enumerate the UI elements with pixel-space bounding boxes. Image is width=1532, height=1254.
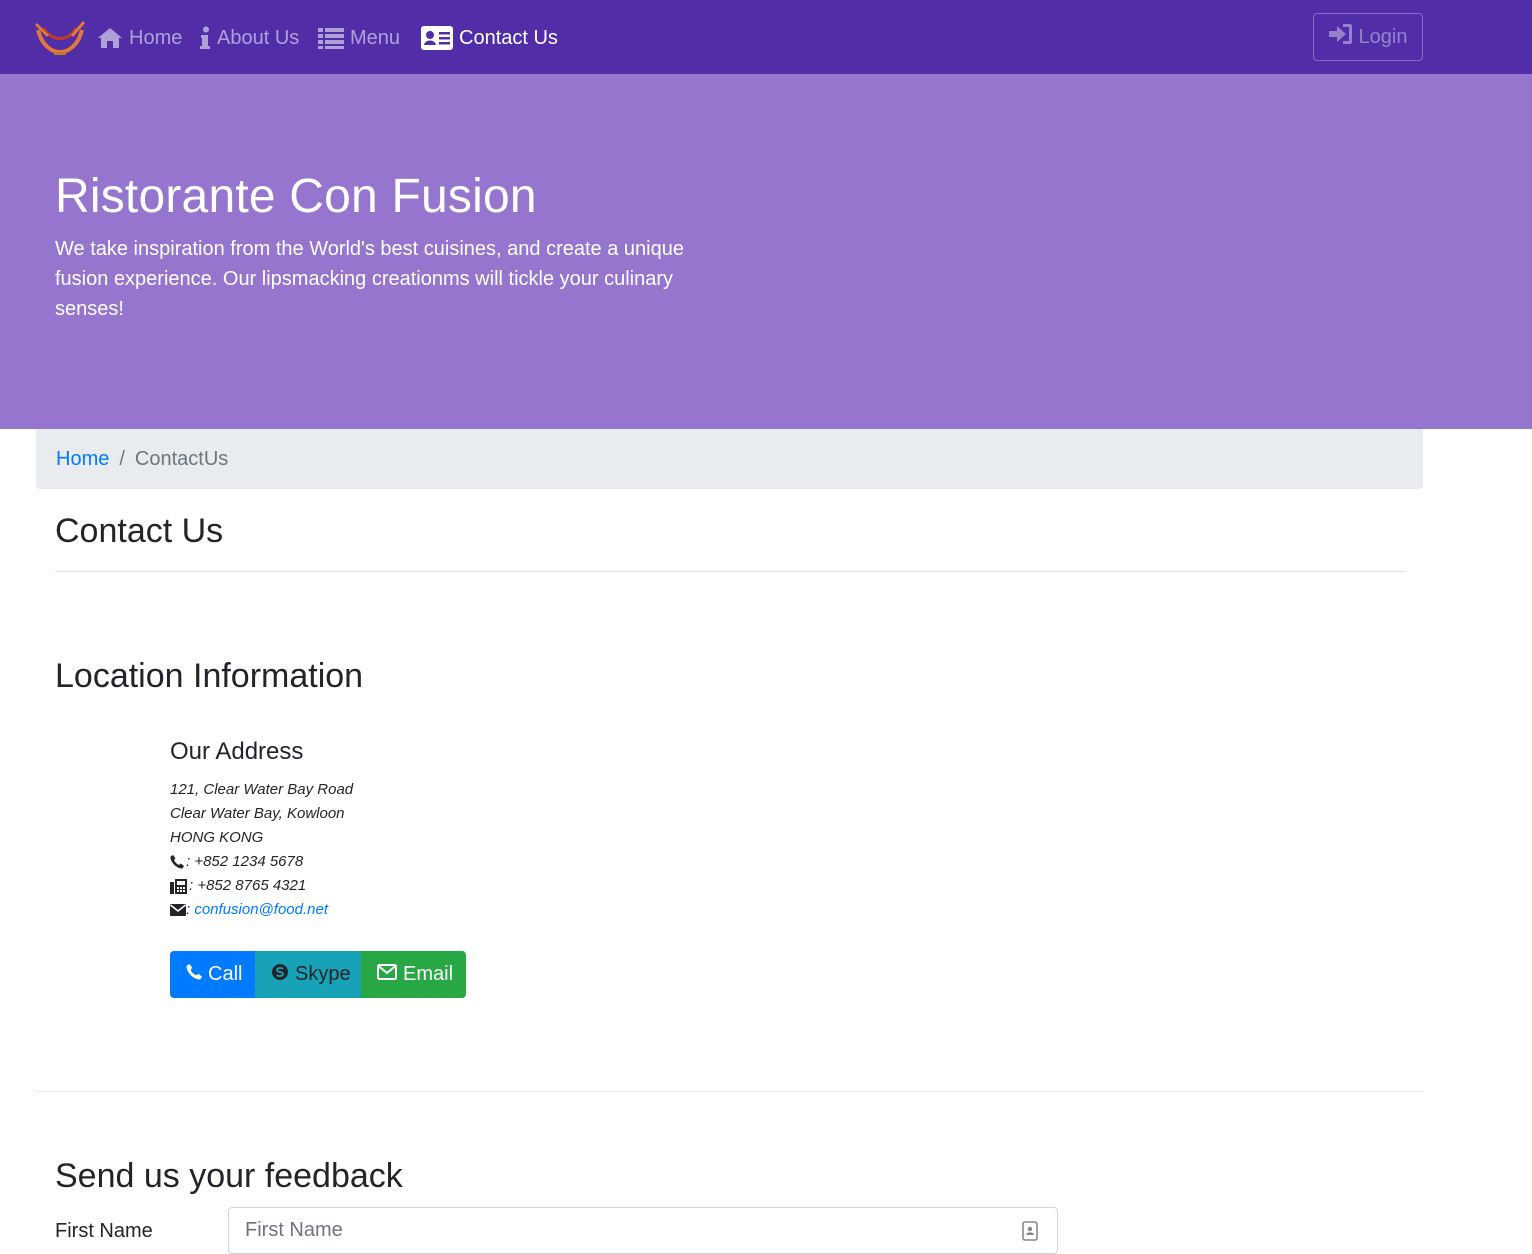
address-card-icon [421, 26, 453, 50]
phone-text: : +852 1234 5678 [186, 853, 304, 870]
first-name-input[interactable] [228, 1207, 1058, 1254]
phone-icon [170, 855, 186, 869]
login-button[interactable]: Login [1313, 13, 1423, 61]
nav-home-label: Home [129, 26, 183, 49]
call-label: Call [208, 963, 243, 985]
address-block: 121, Clear Water Bay Road Clear Water Ba… [170, 778, 353, 922]
contact-card-icon [1022, 1221, 1038, 1241]
jumbotron: Ristorante Con Fusion We take inspiratio… [0, 74, 1532, 429]
brand-title: Ristorante Con Fusion [55, 170, 537, 223]
nav-contact-label: Contact Us [459, 26, 558, 49]
skype-button[interactable]: Skype [255, 951, 361, 998]
address-line-2: Clear Water Bay, Kowloon [170, 805, 345, 822]
fax-icon [170, 878, 189, 894]
info-icon [199, 26, 211, 50]
breadcrumb: Home / ContactUs [36, 429, 1423, 489]
contact-button-group: Call Skype Email [170, 951, 466, 998]
navbar: Home About Us Menu Contact Us Login [0, 0, 1532, 74]
envelope-icon [170, 903, 186, 917]
email-prefix: : [186, 901, 195, 918]
breadcrumb-current: ContactUs [134, 447, 229, 470]
nav-menu-label: Menu [350, 26, 401, 49]
nav-contact[interactable]: Contact Us [421, 24, 558, 52]
sign-in-icon [1328, 23, 1353, 51]
email-label: Email [403, 963, 454, 985]
feedback-heading: Send us your feedback [55, 1157, 403, 1195]
fax-text: : +852 8765 4321 [189, 877, 307, 894]
location-heading: Location Information [55, 657, 364, 695]
first-name-label: First Name [55, 1220, 153, 1242]
phone-icon [186, 963, 202, 986]
brand-tagline: We take inspiration from the World's bes… [55, 238, 684, 320]
restaurant-logo[interactable] [34, 16, 86, 58]
call-button[interactable]: Call [170, 951, 255, 998]
section-divider [36, 1091, 1423, 1092]
home-icon [97, 27, 123, 49]
login-label: Login [1358, 25, 1408, 48]
nav-about-label: About Us [217, 26, 300, 49]
breadcrumb-separator: / [119, 447, 125, 470]
phone-row: : +852 1234 5678 [170, 850, 353, 874]
nav-about[interactable]: About Us [199, 24, 299, 52]
list-icon [318, 27, 344, 49]
fax-row: : +852 8765 4321 [170, 874, 353, 898]
email-button[interactable]: Email [361, 951, 466, 998]
breadcrumb-home-link[interactable]: Home [56, 448, 109, 471]
address-line-1: 121, Clear Water Bay Road [170, 781, 354, 798]
address-line-3: HONG KONG [170, 829, 264, 846]
page-title: Contact Us [55, 512, 224, 550]
nav-menu[interactable]: Menu [318, 24, 400, 52]
email-link[interactable]: confusion@food.net [194, 898, 328, 922]
nav-home[interactable]: Home [97, 24, 182, 52]
divider [55, 571, 1406, 572]
skype-label: Skype [295, 963, 351, 985]
envelope-icon [377, 963, 397, 986]
address-heading: Our Address [170, 738, 304, 765]
skype-icon [271, 963, 289, 987]
email-row: : confusion@food.net [170, 898, 353, 922]
